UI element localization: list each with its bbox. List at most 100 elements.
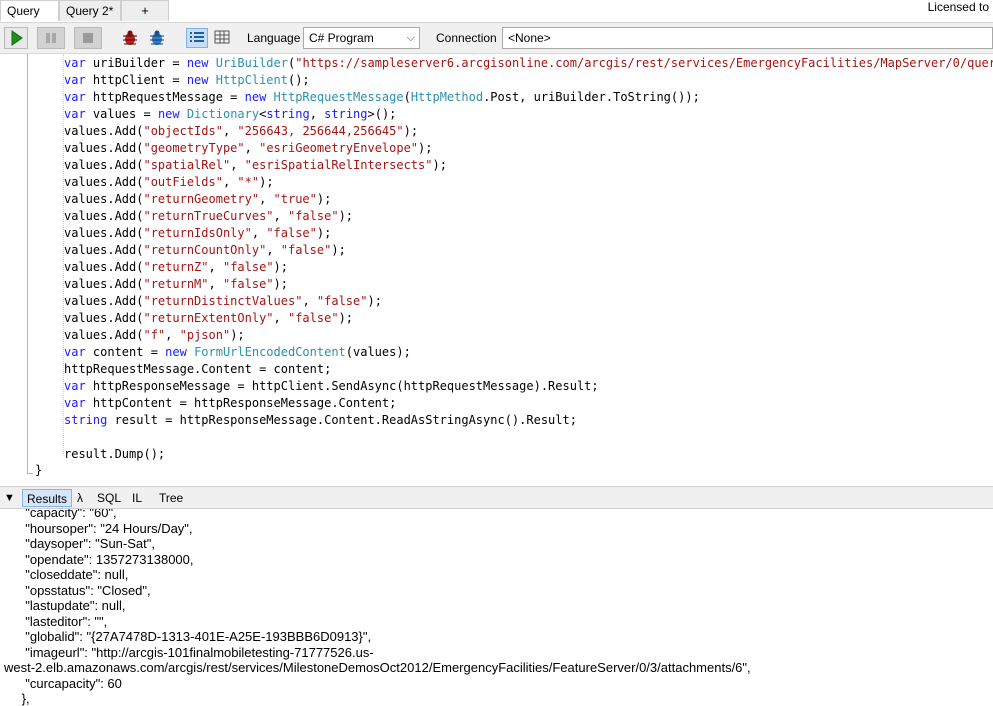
code-token: ); (316, 192, 332, 206)
code-line: values.Add("returnTrueCurves", "false"); (64, 208, 353, 225)
code-token: "returnTrueCurves" (143, 209, 274, 223)
code-token: result = httpResponseMessage.Content.Rea… (114, 413, 577, 427)
code-token: "false" (222, 260, 274, 274)
code-token: string (64, 413, 115, 427)
collapse-results-icon[interactable]: ▼ (4, 491, 15, 505)
code-token: , (302, 294, 317, 308)
code-token: .Post, uriBuilder.ToString()); (483, 90, 700, 104)
code-token: , (222, 124, 238, 138)
chevron-down-icon: ⌵ (406, 32, 415, 44)
code-token: , (244, 141, 260, 155)
code-token: var (64, 73, 93, 87)
code-token: "pjson" (179, 328, 231, 342)
stop-icon (83, 33, 93, 43)
code-token: values.Add( (64, 277, 144, 291)
code-token: , (222, 175, 238, 189)
code-token: values.Add( (64, 209, 144, 223)
pause-button[interactable] (37, 27, 65, 49)
language-select-value: C# Program (309, 31, 374, 45)
results-output[interactable]: "capacity": "60", "hoursoper": "24 Hours… (0, 509, 993, 706)
code-token: httpClient = (92, 73, 187, 87)
code-line: values.Add("objectIds", "256643, 256644,… (64, 123, 418, 140)
license-status[interactable]: Licensed to (928, 0, 989, 14)
output-line: west-2.elb.amazonaws.com/arcgis/rest/ser… (4, 660, 751, 675)
code-token: (); (287, 73, 310, 87)
code-line: var httpClient = new HttpClient(); (64, 72, 310, 89)
results-to-grid-button[interactable] (212, 28, 234, 48)
results-to-rich-text-button[interactable] (186, 28, 208, 48)
code-token: ); (230, 328, 245, 342)
list-view-icon (190, 32, 204, 42)
code-line: values.Add("returnExtentOnly", "false"); (64, 310, 353, 327)
code-line: values.Add("f", "pjson"); (64, 327, 245, 344)
fold-guide (27, 54, 28, 474)
code-token: httpContent = httpResponseMessage.Conten… (92, 396, 397, 410)
code-line: var uriBuilder = new UriBuilder("https:/… (64, 55, 993, 72)
code-token: ); (316, 226, 332, 240)
add-query-tab-button[interactable]: + (121, 0, 169, 21)
code-token: UriBuilder (215, 56, 288, 70)
tab-tree[interactable]: Tree (155, 489, 187, 507)
code-token: , (273, 209, 288, 223)
code-token: ( (403, 90, 411, 104)
code-token: ); (403, 124, 419, 138)
tab-il-label: IL (132, 491, 143, 505)
tab-sql-label: SQL (97, 491, 122, 505)
code-token: values.Add( (64, 141, 144, 155)
code-token: "returnZ" (143, 260, 209, 274)
stop-button[interactable] (74, 27, 102, 49)
code-token: (values); (345, 345, 411, 359)
code-editor[interactable]: var uriBuilder = new UriBuilder ("https:/… (0, 54, 993, 486)
code-token: >(); (367, 107, 397, 121)
tab-lambda[interactable]: λ (73, 489, 87, 507)
code-line: values.Add("returnGeometry", "true"); (64, 191, 331, 208)
code-line: var values = new Dictionary<string, stri… (64, 106, 396, 123)
plus-icon: + (141, 3, 149, 18)
tab-lambda-label: λ (77, 491, 83, 505)
code-line: values.Add("returnZ", "false"); (64, 259, 288, 276)
code-token: values.Add( (64, 175, 144, 189)
code-token: new (186, 56, 216, 70)
code-line: values.Add("returnIdsOnly", "false"); (64, 225, 331, 242)
code-token: , (208, 277, 223, 291)
tab-query-2[interactable]: Query 2* (59, 0, 121, 21)
tab-tree-label: Tree (159, 491, 184, 505)
run-button[interactable] (4, 27, 28, 49)
output-line: "globalid": "{27A7478D-1313-401E-A25E-19… (18, 629, 372, 644)
code-line: string result = httpResponseMessage.Cont… (64, 412, 577, 429)
output-line: "hoursoper": "24 Hours/Day", (18, 520, 193, 536)
output-line: "daysoper": "Sun-Sat", (18, 536, 155, 551)
code-token: "*" (237, 175, 260, 189)
code-token: "returnCountOnly" (143, 243, 267, 257)
debug-button[interactable] (120, 28, 140, 53)
code-token: , (251, 226, 267, 240)
connection-select[interactable]: <None> (502, 27, 993, 49)
code-token: ); (432, 158, 447, 172)
tab-query-1[interactable]: Query 1* (0, 0, 59, 39)
code-token: values.Add( (64, 294, 144, 308)
code-token: new (165, 345, 195, 359)
code-line: var httpResponseMessage = httpClient.Sen… (64, 378, 599, 395)
code-token: "returnM" (143, 277, 209, 291)
code-token: values.Add( (64, 260, 144, 274)
code-token: "returnGeometry" (143, 192, 260, 206)
connection-select-value: <None> (508, 31, 551, 45)
code-token: ); (418, 141, 433, 155)
debug-step-button[interactable] (147, 28, 167, 53)
tab-il[interactable]: IL (128, 489, 146, 507)
code-token: httpResponseMessage = httpClient.SendAsy… (92, 379, 599, 393)
tab-sql[interactable]: SQL (93, 489, 125, 507)
code-token: "returnExtentOnly" (143, 311, 274, 325)
code-token: values.Add( (64, 311, 144, 325)
code-line: httpRequestMessage.Content = content; (64, 361, 331, 378)
output-line: "closeddate": null, (18, 567, 129, 582)
code-token: httpRequestMessage = (92, 90, 245, 104)
code-token: , (273, 311, 288, 325)
code-token: "returnIdsOnly" (143, 226, 252, 240)
language-select[interactable]: C# Program ⌵ (303, 27, 420, 49)
results-bar: ▼ Results λ SQL IL Tree (0, 486, 993, 509)
code-token: var (64, 90, 93, 104)
code-token: HttpClient (215, 73, 288, 87)
tab-results[interactable]: Results (22, 489, 73, 507)
code-token: "objectIds" (143, 124, 223, 138)
